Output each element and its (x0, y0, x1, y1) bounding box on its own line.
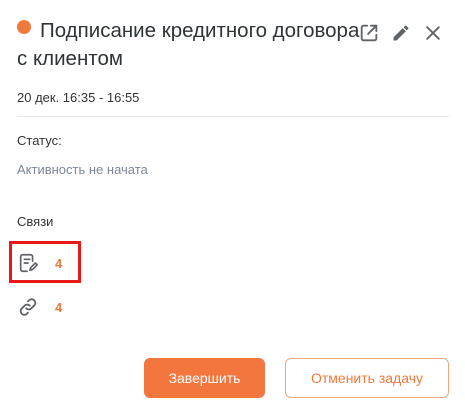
relation-notes-count: 4 (55, 255, 63, 271)
divider (17, 116, 449, 117)
note-edit-icon (17, 252, 39, 274)
task-title: Подписание кредитного договора с клиенто… (17, 19, 360, 70)
relations-label: Связи (17, 214, 54, 229)
relation-notes[interactable]: 4 (17, 252, 62, 274)
task-time-range: 20 дек. 16:35 - 16:55 (17, 90, 140, 105)
status-label: Статус: (17, 133, 62, 148)
open-in-new-icon[interactable] (358, 22, 380, 44)
close-icon[interactable] (422, 22, 444, 44)
finish-button[interactable]: Завершить (144, 358, 265, 398)
cancel-task-button[interactable]: Отменить задачу (285, 358, 449, 398)
link-icon (17, 296, 39, 318)
pencil-icon[interactable] (390, 22, 412, 44)
status-value: Активность не начата (17, 162, 148, 177)
relation-links-count: 4 (55, 299, 63, 315)
relation-links[interactable]: 4 (17, 296, 62, 318)
